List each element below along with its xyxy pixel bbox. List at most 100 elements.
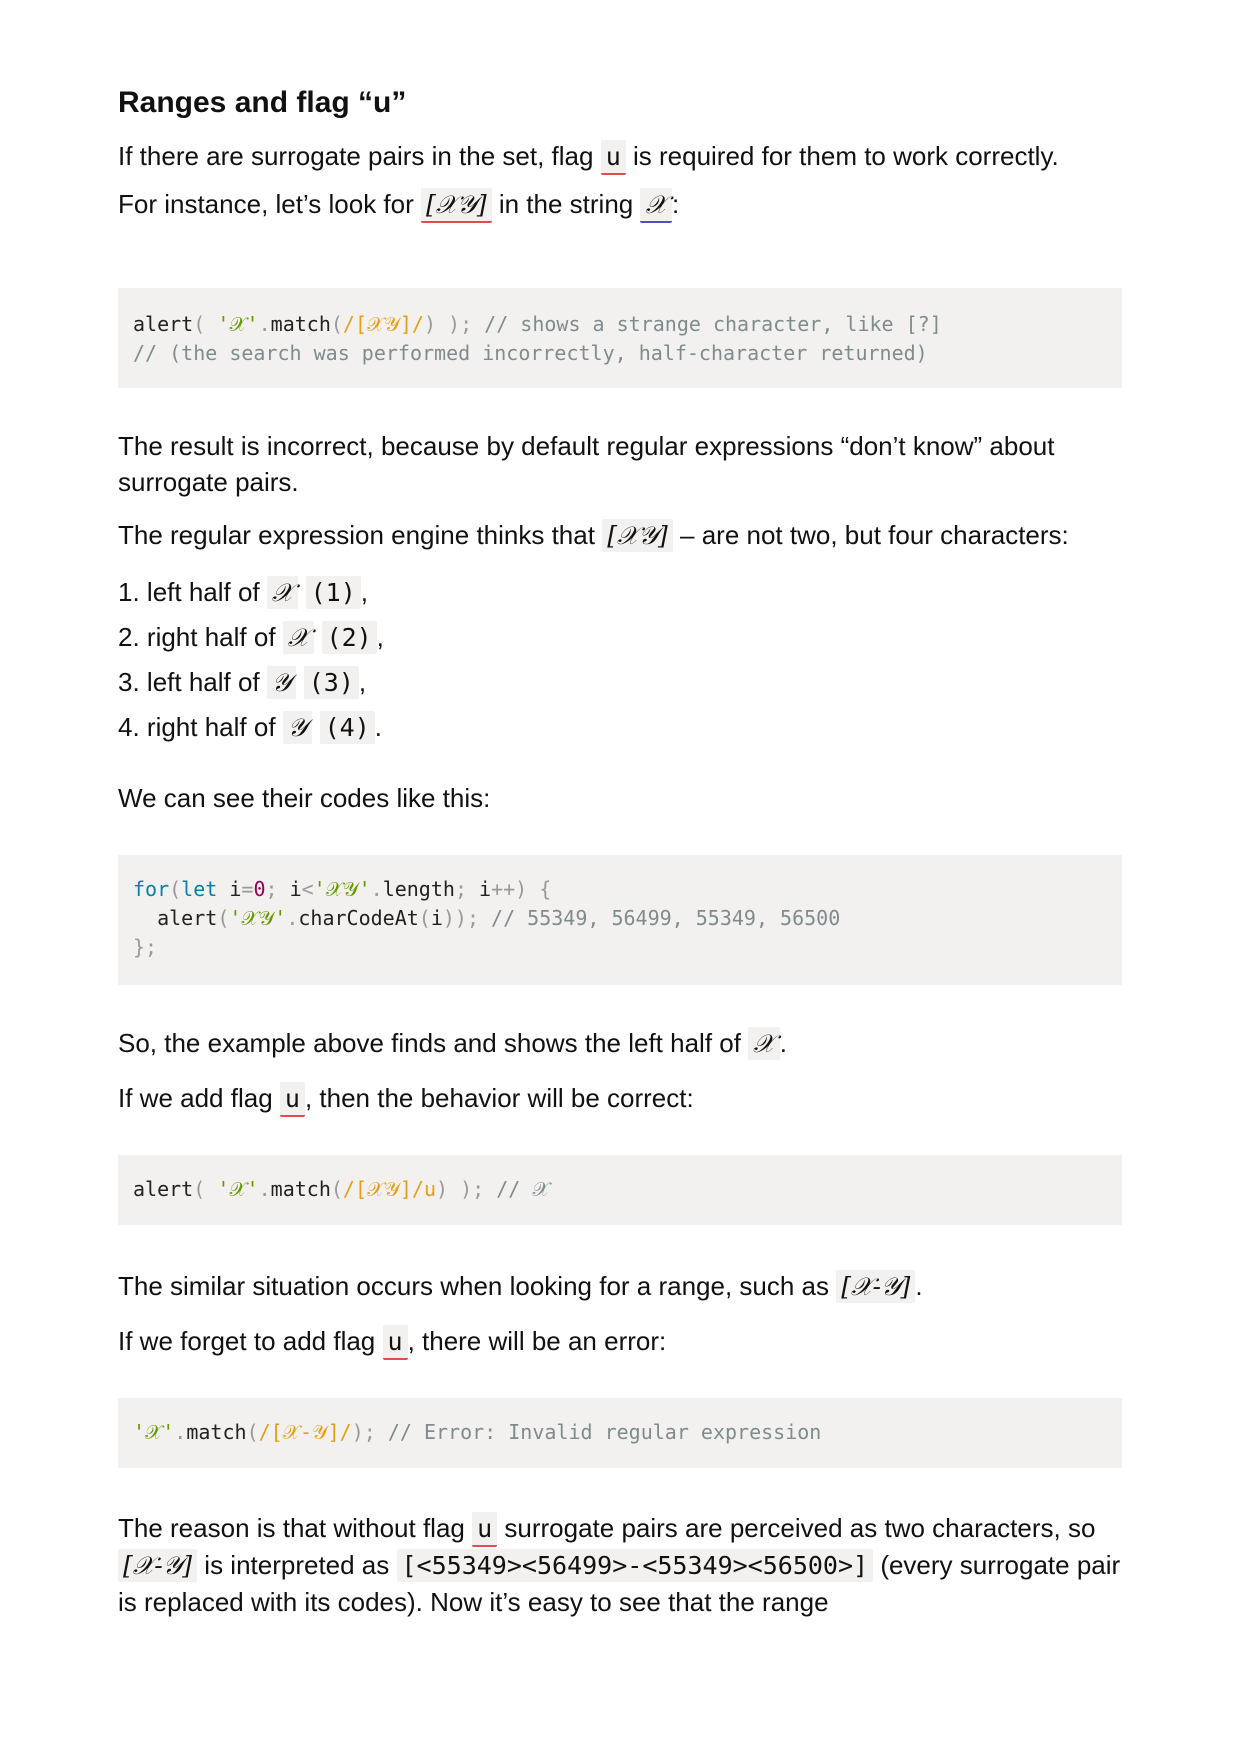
list-number: 4. [118,712,140,742]
text: . [779,1028,787,1058]
text: , [358,667,367,697]
code-string: '𝒳' [217,1177,259,1201]
text: If we add flag [118,1083,280,1113]
code-keyword: for [133,877,170,901]
inline-code-u: u [472,1512,498,1547]
text: right half of [139,712,283,742]
code-token: . [370,877,383,901]
code-token: alert [133,312,194,336]
code-token: ( [169,877,182,901]
code-comment: // 55349, 56499, 55349, 56500 [479,906,841,930]
inline-code-index: (1) [305,576,361,609]
code-token: ); [351,1420,376,1444]
code-token: i [217,877,242,901]
code-comment: // (the search was performed incorrectly… [133,341,928,365]
text: is interpreted as [197,1550,397,1580]
paragraph-result-incorrect: The result is incorrect, because by defa… [118,431,1055,497]
text: , [376,622,384,652]
code-keyword: let [181,877,218,901]
code-token: }; [133,935,158,959]
text: The similar situation occurs when lookin… [118,1271,837,1301]
code-token: i [430,906,443,930]
list-item: 2. right half of 𝒳 (2), [118,615,384,660]
inline-code-char: 𝒴 [282,711,313,744]
code-string: '𝒳𝒴' [229,906,287,930]
list-item: 3. left half of 𝒴 (3), [118,660,384,705]
inline-code-char: 𝒴 [266,666,297,699]
text: . [374,712,382,742]
code-token: = [241,877,254,901]
code-token: ) { [515,877,552,901]
paragraph-instance: For instance, let’s look for [𝒳𝒴] in the… [118,186,679,223]
code-block-2: for(let i=0; i<'𝒳𝒴'.length; i++) { alert… [118,855,1122,985]
code-token: ) ); [436,1177,485,1201]
code-comment: // 𝒳 [484,1177,550,1201]
paragraph-similar-situation: The similar situation occurs when lookin… [118,1268,923,1305]
code-token: ( [217,906,230,930]
paragraph-add-flag: If we add flag u, then the behavior will… [118,1080,694,1117]
text: The regular expression engine thinks tha… [118,520,603,550]
halves-list: 1. left half of 𝒳 (1), 2. right half of … [118,570,384,750]
code-token: ) ); [423,312,473,336]
inline-code-subject: 𝒳 [640,188,672,223]
paragraph-left-half: So, the example above finds and shows th… [118,1025,787,1062]
paragraph-reason: The reason is that without flag u surrog… [118,1510,1122,1620]
paragraph-flag-u-required: If there are surrogate pairs in the set,… [118,138,1059,175]
text: The reason is that without flag [118,1513,473,1543]
code-token: match [186,1420,247,1444]
code-block-4: '𝒳'.match(/[𝒳-𝒴]/); // Error: Invalid re… [118,1398,1122,1468]
text: If there are surrogate pairs in the set,… [118,141,601,171]
code-string: '𝒳𝒴' [313,877,371,901]
inline-code-char: 𝒳 [282,621,315,654]
code-block-3: alert( '𝒳'.match(/[𝒳𝒴]/u) ); // 𝒳 [118,1155,1122,1225]
code-token: ++ [491,877,516,901]
inline-code-range: [𝒳-𝒴] [118,1549,198,1582]
text: , then the behavior will be correct: [304,1083,694,1113]
inline-code-pattern: [𝒳𝒴] [602,519,673,552]
code-regex: /[𝒳-𝒴]/ [258,1420,352,1444]
code-token: ( [193,1177,218,1201]
code-token: ( [330,312,343,336]
section-heading: Ranges and flag “u” [118,86,407,119]
code-token: alert [133,1177,194,1201]
code-regex: /[𝒳𝒴]/ [342,312,424,336]
code-token: ( [193,312,218,336]
inline-code-u: u [382,1325,408,1360]
code-comment: // shows a strange character, like [?] [472,312,942,336]
inline-code-range: [𝒳-𝒴] [836,1270,916,1303]
text: left half of [139,577,267,607]
code-token: ; [265,877,290,901]
text: is required for them to work correctly. [625,141,1059,171]
code-token: )); [442,906,480,930]
inline-code-index: (2) [321,621,377,654]
code-string: '𝒳' [133,1420,175,1444]
code-token: ( [418,906,431,930]
list-number: 2. [118,622,140,652]
paragraph-engine-thinks: The regular expression engine thinks tha… [118,517,1069,554]
code-token: match [270,1177,331,1201]
inline-code-index: (3) [303,666,359,699]
code-block-1: alert( '𝒳'.match(/[𝒳𝒴]/) ); // shows a s… [118,288,1122,388]
text: in the string [491,189,641,219]
inline-code-char: 𝒳 [266,576,299,609]
page: Ranges and flag “u” If there are surroga… [0,0,1240,1754]
code-token: ; [454,877,480,901]
code-token: length [382,877,455,901]
code-regex: /[𝒳𝒴]/u [342,1177,437,1201]
code-number: 0 [253,877,266,901]
code-string: '𝒳' [217,312,259,336]
code-token: match [270,312,331,336]
code-token: ( [246,1420,259,1444]
code-token: i [479,877,492,901]
paragraph-see-codes: We can see their codes like this: [118,783,491,813]
text: For instance, let’s look for [118,189,421,219]
list-number: 1. [118,577,140,607]
text: – are not two, but four characters: [672,520,1069,550]
text: , there will be an error: [407,1326,667,1356]
text: If we forget to add flag [118,1326,383,1356]
inline-code-codes: [<55349><56499>-<55349><56500>] [396,1549,874,1582]
code-token: alert [157,906,218,930]
code-token: . [258,312,271,336]
text: So, the example above finds and shows th… [118,1028,749,1058]
